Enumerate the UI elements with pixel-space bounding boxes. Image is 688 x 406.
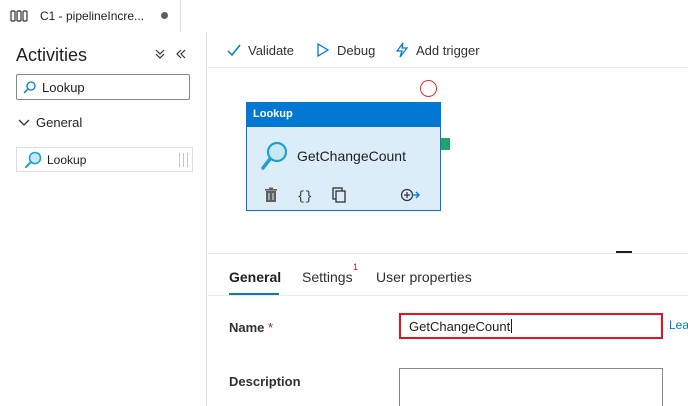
lookup-icon bbox=[24, 151, 42, 169]
description-label-text: Description bbox=[229, 374, 301, 389]
tab-user-properties[interactable]: User properties bbox=[376, 269, 472, 285]
activities-title: Activities bbox=[16, 45, 88, 65]
tabs-divider bbox=[208, 295, 688, 296]
name-field[interactable]: GetChangeCount bbox=[399, 313, 663, 339]
learn-more-link[interactable]: Lea bbox=[669, 318, 688, 332]
debug-label: Debug bbox=[337, 43, 376, 58]
activity-node-lookup[interactable]: Lookup GetChangeCount {} bbox=[246, 102, 441, 211]
failure-output-handle[interactable] bbox=[420, 80, 437, 97]
node-type-label: Lookup bbox=[253, 108, 293, 120]
description-field-label: Description bbox=[229, 374, 301, 389]
node-name: GetChangeCount bbox=[297, 148, 406, 164]
debug-button[interactable]: Debug bbox=[315, 41, 379, 61]
group-general[interactable]: General bbox=[16, 114, 196, 134]
code-icon[interactable]: {} bbox=[296, 187, 312, 203]
pipeline-tab[interactable]: C1 - pipelineIncre... bbox=[0, 0, 181, 32]
name-field-value: GetChangeCount bbox=[409, 319, 513, 334]
node-header: Lookup bbox=[247, 103, 440, 127]
add-output-icon[interactable] bbox=[400, 187, 420, 203]
checkmark-icon bbox=[227, 44, 241, 57]
add-trigger-label: Add trigger bbox=[416, 43, 480, 58]
play-icon bbox=[317, 42, 330, 58]
tab-general[interactable]: General bbox=[229, 269, 281, 285]
svg-text:{}: {} bbox=[297, 189, 312, 203]
trigger-icon bbox=[395, 42, 409, 58]
pipeline-icon bbox=[10, 10, 28, 22]
pipeline-toolbar: Validate Debug Add trigger bbox=[208, 32, 688, 68]
properties-panel: General Settings 1 User properties Name … bbox=[208, 253, 688, 406]
pipeline-canvas[interactable]: Lookup GetChangeCount {} bbox=[208, 68, 688, 253]
tab-settings[interactable]: Settings bbox=[302, 269, 353, 285]
settings-badge: 1 bbox=[353, 262, 359, 272]
unsaved-dot-icon bbox=[161, 12, 168, 19]
validate-label: Validate bbox=[248, 43, 295, 58]
group-label: General bbox=[36, 115, 83, 130]
validate-button[interactable]: Validate bbox=[226, 41, 298, 61]
activity-search-box[interactable] bbox=[16, 74, 190, 100]
hide-panel-icon[interactable] bbox=[175, 48, 187, 60]
text-caret bbox=[511, 319, 513, 333]
tab-title: C1 - pipelineIncre... bbox=[40, 9, 145, 23]
name-label-text: Name bbox=[229, 320, 265, 335]
lookup-icon bbox=[261, 141, 288, 170]
add-trigger-button[interactable]: Add trigger bbox=[394, 41, 490, 61]
activity-search-input[interactable] bbox=[42, 80, 182, 95]
success-output-handle[interactable] bbox=[441, 138, 450, 150]
search-icon bbox=[23, 81, 36, 94]
name-field-label: Name * bbox=[229, 320, 273, 335]
activity-label: Lookup bbox=[47, 153, 87, 167]
activity-item-lookup[interactable]: Lookup bbox=[16, 147, 193, 172]
chevron-down-icon bbox=[18, 119, 30, 126]
required-mark: * bbox=[268, 320, 274, 335]
copy-icon[interactable] bbox=[331, 187, 347, 203]
delete-icon[interactable] bbox=[263, 187, 279, 203]
drag-handle-icon[interactable] bbox=[179, 153, 188, 167]
tab-strip: C1 - pipelineIncre... bbox=[0, 0, 688, 32]
activities-panel: Activities General Lookup bbox=[0, 32, 207, 406]
collapse-all-icon[interactable] bbox=[154, 48, 166, 60]
description-field[interactable] bbox=[399, 368, 663, 406]
